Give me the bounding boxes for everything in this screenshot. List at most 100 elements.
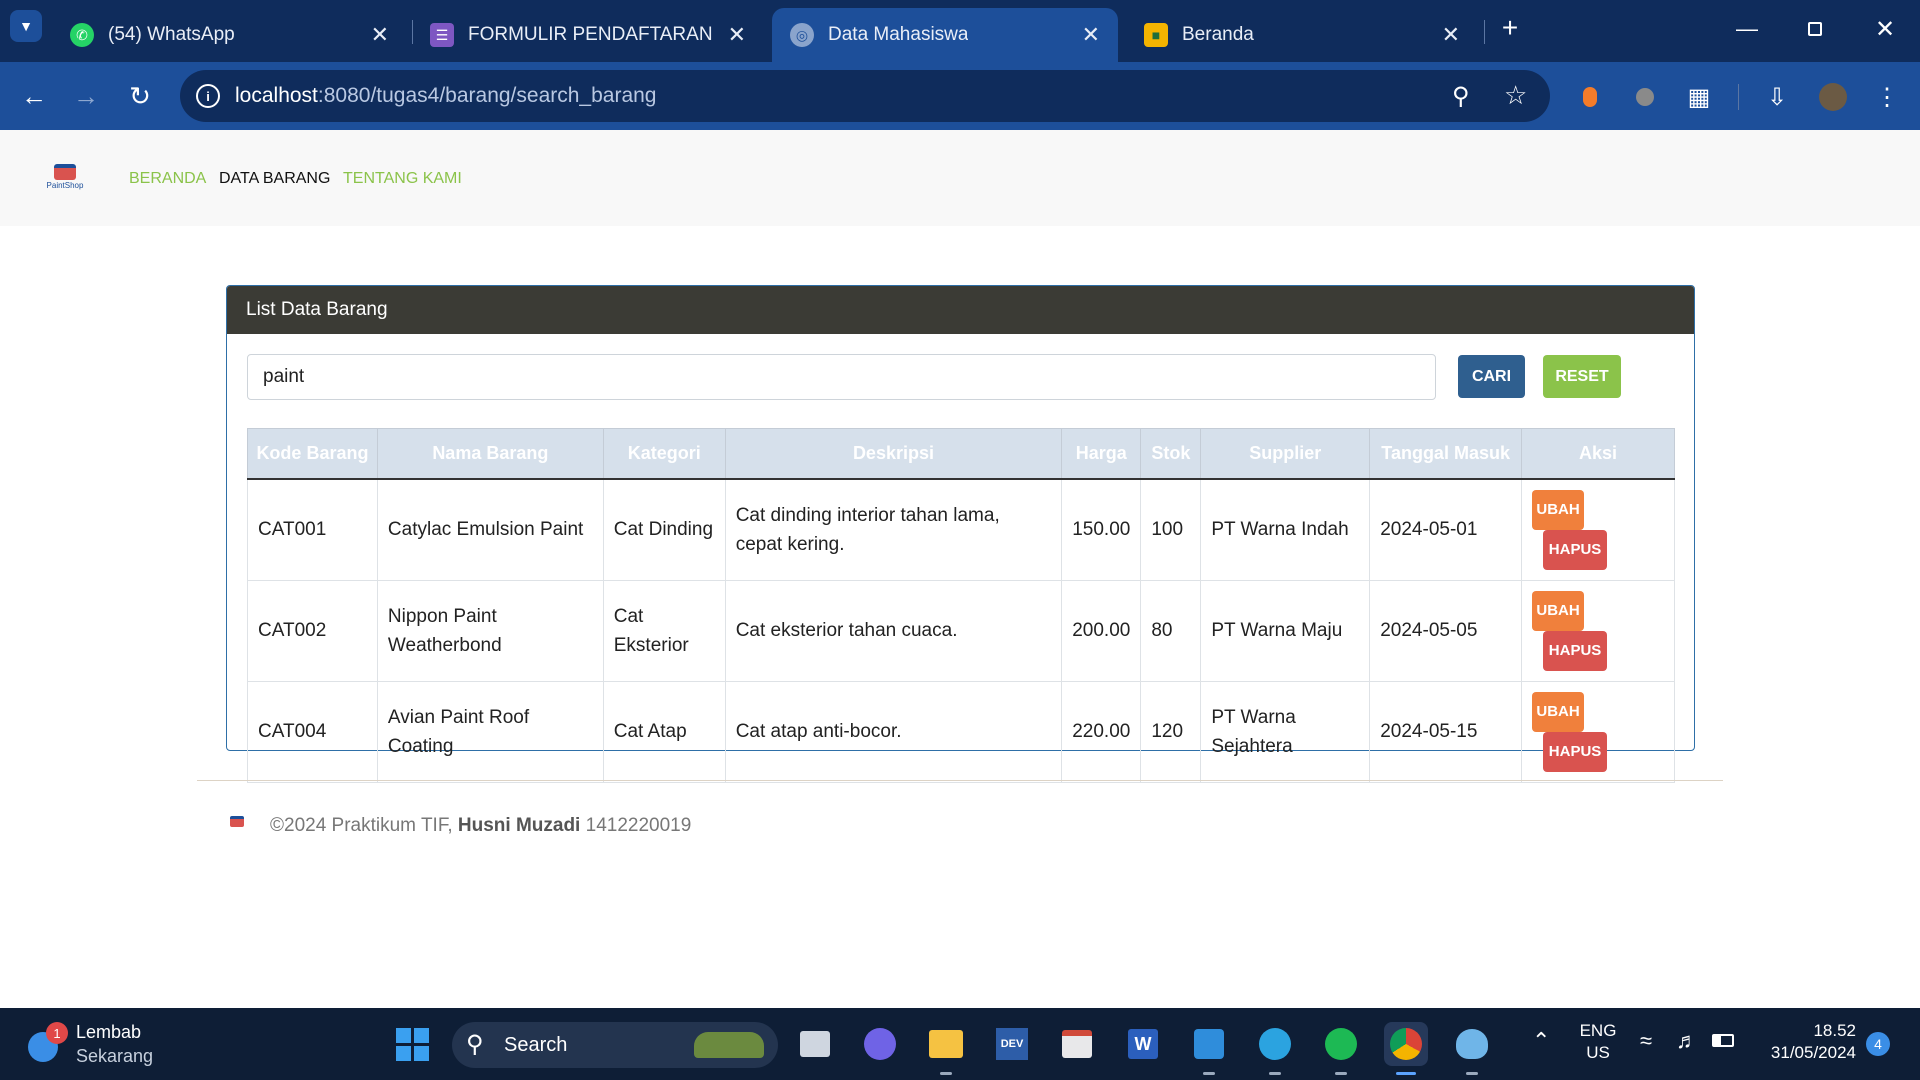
tab-formulir[interactable]: ☰ FORMULIR PENDAFTARAN SMP ✕ bbox=[412, 8, 764, 62]
teams-chat-icon[interactable] bbox=[858, 1022, 902, 1066]
cell-kode: CAT004 bbox=[247, 680, 378, 783]
tab-whatsapp[interactable]: ✆ (54) WhatsApp ✕ bbox=[52, 8, 407, 62]
ubah-button[interactable]: UBAH bbox=[1532, 489, 1585, 530]
search-icon: ⚲ bbox=[466, 1031, 484, 1058]
vscode-icon[interactable] bbox=[1187, 1022, 1231, 1075]
globe-icon: ◎ bbox=[790, 23, 814, 47]
cell-kategori: Cat Dinding bbox=[602, 478, 726, 581]
nav-link-beranda[interactable]: BERANDA bbox=[129, 170, 206, 188]
language-top: ENG bbox=[1579, 1021, 1617, 1040]
cell-supplier: PT Warna Sejahtera bbox=[1200, 680, 1371, 783]
tab-data-mahasiswa[interactable]: ◎ Data Mahasiswa ✕ bbox=[772, 8, 1118, 62]
cell-deskripsi: Cat dinding interior tahan lama, cepat k… bbox=[724, 478, 1063, 581]
profile-avatar[interactable] bbox=[1816, 80, 1850, 114]
paint-can-icon bbox=[230, 816, 244, 827]
close-icon[interactable]: ✕ bbox=[1442, 22, 1460, 48]
site-logo[interactable]: PaintShop bbox=[40, 164, 90, 194]
hapus-button[interactable]: HAPUS bbox=[1543, 731, 1608, 772]
taskbar-search[interactable]: ⚲ Search bbox=[452, 1022, 778, 1068]
weather-title: Lembab bbox=[76, 1022, 142, 1042]
download-icon[interactable]: ⇩ bbox=[1760, 80, 1794, 114]
extension-orange-icon[interactable] bbox=[1573, 80, 1607, 114]
footer-nim: 1412220019 bbox=[585, 815, 692, 836]
weather-sub: Sekarang bbox=[76, 1046, 154, 1066]
hapus-button[interactable]: HAPUS bbox=[1543, 630, 1608, 671]
spotify-icon[interactable] bbox=[1319, 1022, 1363, 1075]
tab-title: FORMULIR PENDAFTARAN SMP bbox=[468, 24, 718, 45]
wifi-icon[interactable]: ≈ bbox=[1640, 1028, 1652, 1054]
paint-icon[interactable] bbox=[1450, 1022, 1494, 1075]
column-header: Nama Barang bbox=[376, 428, 604, 480]
cari-button[interactable]: CARI bbox=[1458, 355, 1525, 398]
puzzle-icon[interactable]: ▦ bbox=[1682, 80, 1716, 114]
zoom-icon[interactable]: ⚲ bbox=[1452, 82, 1470, 111]
forward-button[interactable]: → bbox=[64, 74, 108, 118]
url-text: localhost:8080/tugas4/barang/search_bara… bbox=[235, 84, 657, 107]
file-explorer-icon[interactable] bbox=[924, 1022, 968, 1075]
weather-widget[interactable]: 1 Lembab Sekarang bbox=[26, 1022, 166, 1068]
close-icon[interactable]: ✕ bbox=[728, 22, 746, 48]
search-input[interactable] bbox=[247, 354, 1436, 400]
close-icon[interactable]: ✕ bbox=[1082, 22, 1100, 48]
card-header: List Data Barang bbox=[227, 286, 1694, 334]
classroom-icon: ■ bbox=[1144, 23, 1168, 47]
cell-stok: 120 bbox=[1140, 680, 1202, 783]
close-icon: ✕ bbox=[1874, 15, 1896, 43]
cell-harga: 220.00 bbox=[1061, 680, 1142, 783]
bookmark-star-icon[interactable]: ☆ bbox=[1504, 80, 1527, 111]
cell-stok: 80 bbox=[1140, 579, 1202, 682]
cell-supplier: PT Warna Indah bbox=[1200, 478, 1371, 581]
ubah-button[interactable]: UBAH bbox=[1532, 691, 1585, 732]
tab-title: (54) WhatsApp bbox=[108, 24, 235, 45]
reload-button[interactable]: ↻ bbox=[118, 74, 162, 118]
clock-time: 18.52 bbox=[1813, 1021, 1856, 1040]
ubah-button[interactable]: UBAH bbox=[1532, 590, 1585, 631]
logo-text: PaintShop bbox=[46, 181, 84, 190]
cell-deskripsi: Cat atap anti-bocor. bbox=[724, 680, 1063, 783]
cell-tanggal: 2024-05-05 bbox=[1369, 579, 1523, 682]
language-indicator[interactable]: ENG US bbox=[1578, 1020, 1618, 1064]
edge-icon[interactable] bbox=[1253, 1022, 1297, 1075]
extension-gray-icon[interactable] bbox=[1628, 80, 1662, 114]
cell-kategori: Cat Eksterior bbox=[602, 579, 726, 682]
word-icon[interactable]: W bbox=[1121, 1022, 1165, 1066]
data-barang-table: Kode Barang Nama Barang Kategori Deskrip… bbox=[247, 428, 1675, 783]
minimize-icon: — bbox=[1736, 16, 1758, 41]
back-button[interactable]: ← bbox=[12, 74, 56, 118]
notification-badge[interactable]: 4 bbox=[1866, 1032, 1890, 1056]
tab-title: Beranda bbox=[1182, 24, 1254, 45]
reset-button[interactable]: RESET bbox=[1543, 355, 1621, 398]
store-icon[interactable] bbox=[1055, 1022, 1099, 1066]
cell-supplier: PT Warna Maju bbox=[1200, 579, 1371, 682]
cell-aksi: UBAH HAPUS bbox=[1521, 680, 1675, 783]
cell-harga: 150.00 bbox=[1061, 478, 1142, 581]
chevron-up-icon[interactable]: ⌃ bbox=[1532, 1028, 1550, 1054]
forms-icon: ☰ bbox=[430, 23, 454, 47]
hapus-button[interactable]: HAPUS bbox=[1543, 529, 1608, 570]
cell-nama: Nippon Paint Weatherbond bbox=[376, 579, 604, 682]
tab-search-button[interactable]: ▼ bbox=[10, 10, 42, 42]
minimize-button[interactable]: — bbox=[1732, 14, 1762, 44]
more-menu-icon[interactable]: ⋮ bbox=[1870, 80, 1904, 114]
close-icon[interactable]: ✕ bbox=[371, 22, 389, 48]
dev-app-icon[interactable]: DEV bbox=[990, 1022, 1034, 1066]
address-bar[interactable]: i localhost:8080/tugas4/barang/search_ba… bbox=[180, 70, 1550, 122]
column-header: Stok bbox=[1140, 428, 1202, 480]
language-bottom: US bbox=[1586, 1043, 1610, 1062]
search-highlight-image bbox=[694, 1032, 764, 1058]
site-info-icon[interactable]: i bbox=[196, 84, 220, 108]
restore-button[interactable] bbox=[1800, 14, 1830, 44]
chrome-icon[interactable] bbox=[1384, 1022, 1428, 1075]
volume-icon[interactable]: ♬ bbox=[1676, 1028, 1698, 1054]
column-header: Harga bbox=[1061, 428, 1142, 480]
column-header: Kode Barang bbox=[247, 428, 378, 480]
nav-link-tentang-kami[interactable]: TENTANG KAMI bbox=[343, 170, 462, 188]
task-view-icon[interactable] bbox=[793, 1022, 837, 1066]
tab-beranda[interactable]: ■ Beranda ✕ bbox=[1126, 8, 1478, 62]
close-window-button[interactable]: ✕ bbox=[1870, 14, 1900, 44]
battery-icon[interactable] bbox=[1712, 1034, 1734, 1047]
start-button[interactable] bbox=[390, 1022, 434, 1066]
new-tab-button[interactable]: + bbox=[1494, 12, 1526, 44]
clock[interactable]: 18.52 31/05/2024 bbox=[1752, 1020, 1856, 1064]
nav-link-data-barang[interactable]: DATA BARANG bbox=[219, 170, 330, 188]
